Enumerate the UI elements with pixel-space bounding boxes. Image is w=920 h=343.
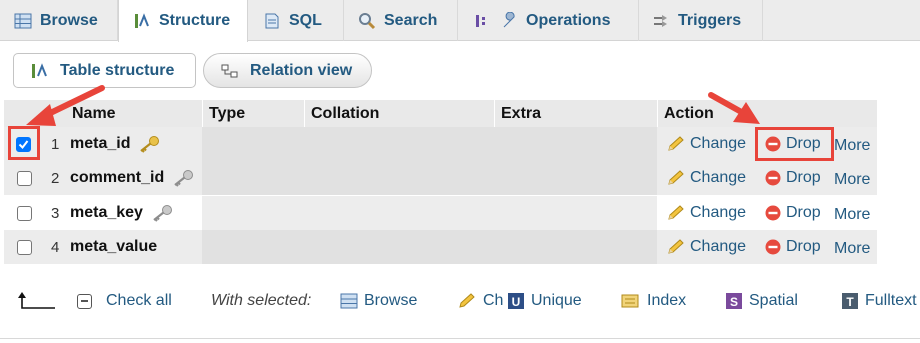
svg-text:S: S [730,295,738,309]
bulk-index-button[interactable]: Index [621,292,686,310]
check-all-checkbox[interactable] [77,293,92,309]
bulk-unique-button[interactable]: U Unique [507,292,582,310]
bulk-spatial-button[interactable]: S Spatial [725,292,798,310]
fulltext-icon: T [842,293,858,309]
bulk-index-label: Index [647,292,687,309]
svg-text:U: U [512,295,521,309]
pencil-icon [459,293,475,308]
bulk-fulltext-button[interactable]: T Fulltext [841,292,917,310]
index-icon [621,294,639,308]
bulk-fulltext-label: Fulltext [865,292,917,309]
select-arrow-icon [18,290,56,312]
svg-text:T: T [846,295,854,309]
unique-icon: U [508,293,524,309]
bulk-change-button[interactable]: Ch [457,292,503,310]
arrow-to-checkbox-icon [26,85,105,126]
bulk-browse-button[interactable]: Browse [340,292,417,310]
with-selected-label: With selected: [211,292,312,309]
bulk-spatial-label: Spatial [749,292,798,309]
bulk-action-bar: Check all With selected: Browse Ch U Uni… [0,284,920,320]
bulk-browse-label: Browse [364,292,418,309]
bulk-unique-label: Unique [531,292,582,309]
spatial-icon: S [726,293,742,309]
check-all-control[interactable]: Check all [77,292,172,310]
table-icon [340,293,358,309]
check-all-label[interactable]: Check all [106,292,172,310]
arrow-to-drop-icon [708,92,760,124]
bulk-change-label: Ch [483,292,504,309]
divider [0,338,920,339]
